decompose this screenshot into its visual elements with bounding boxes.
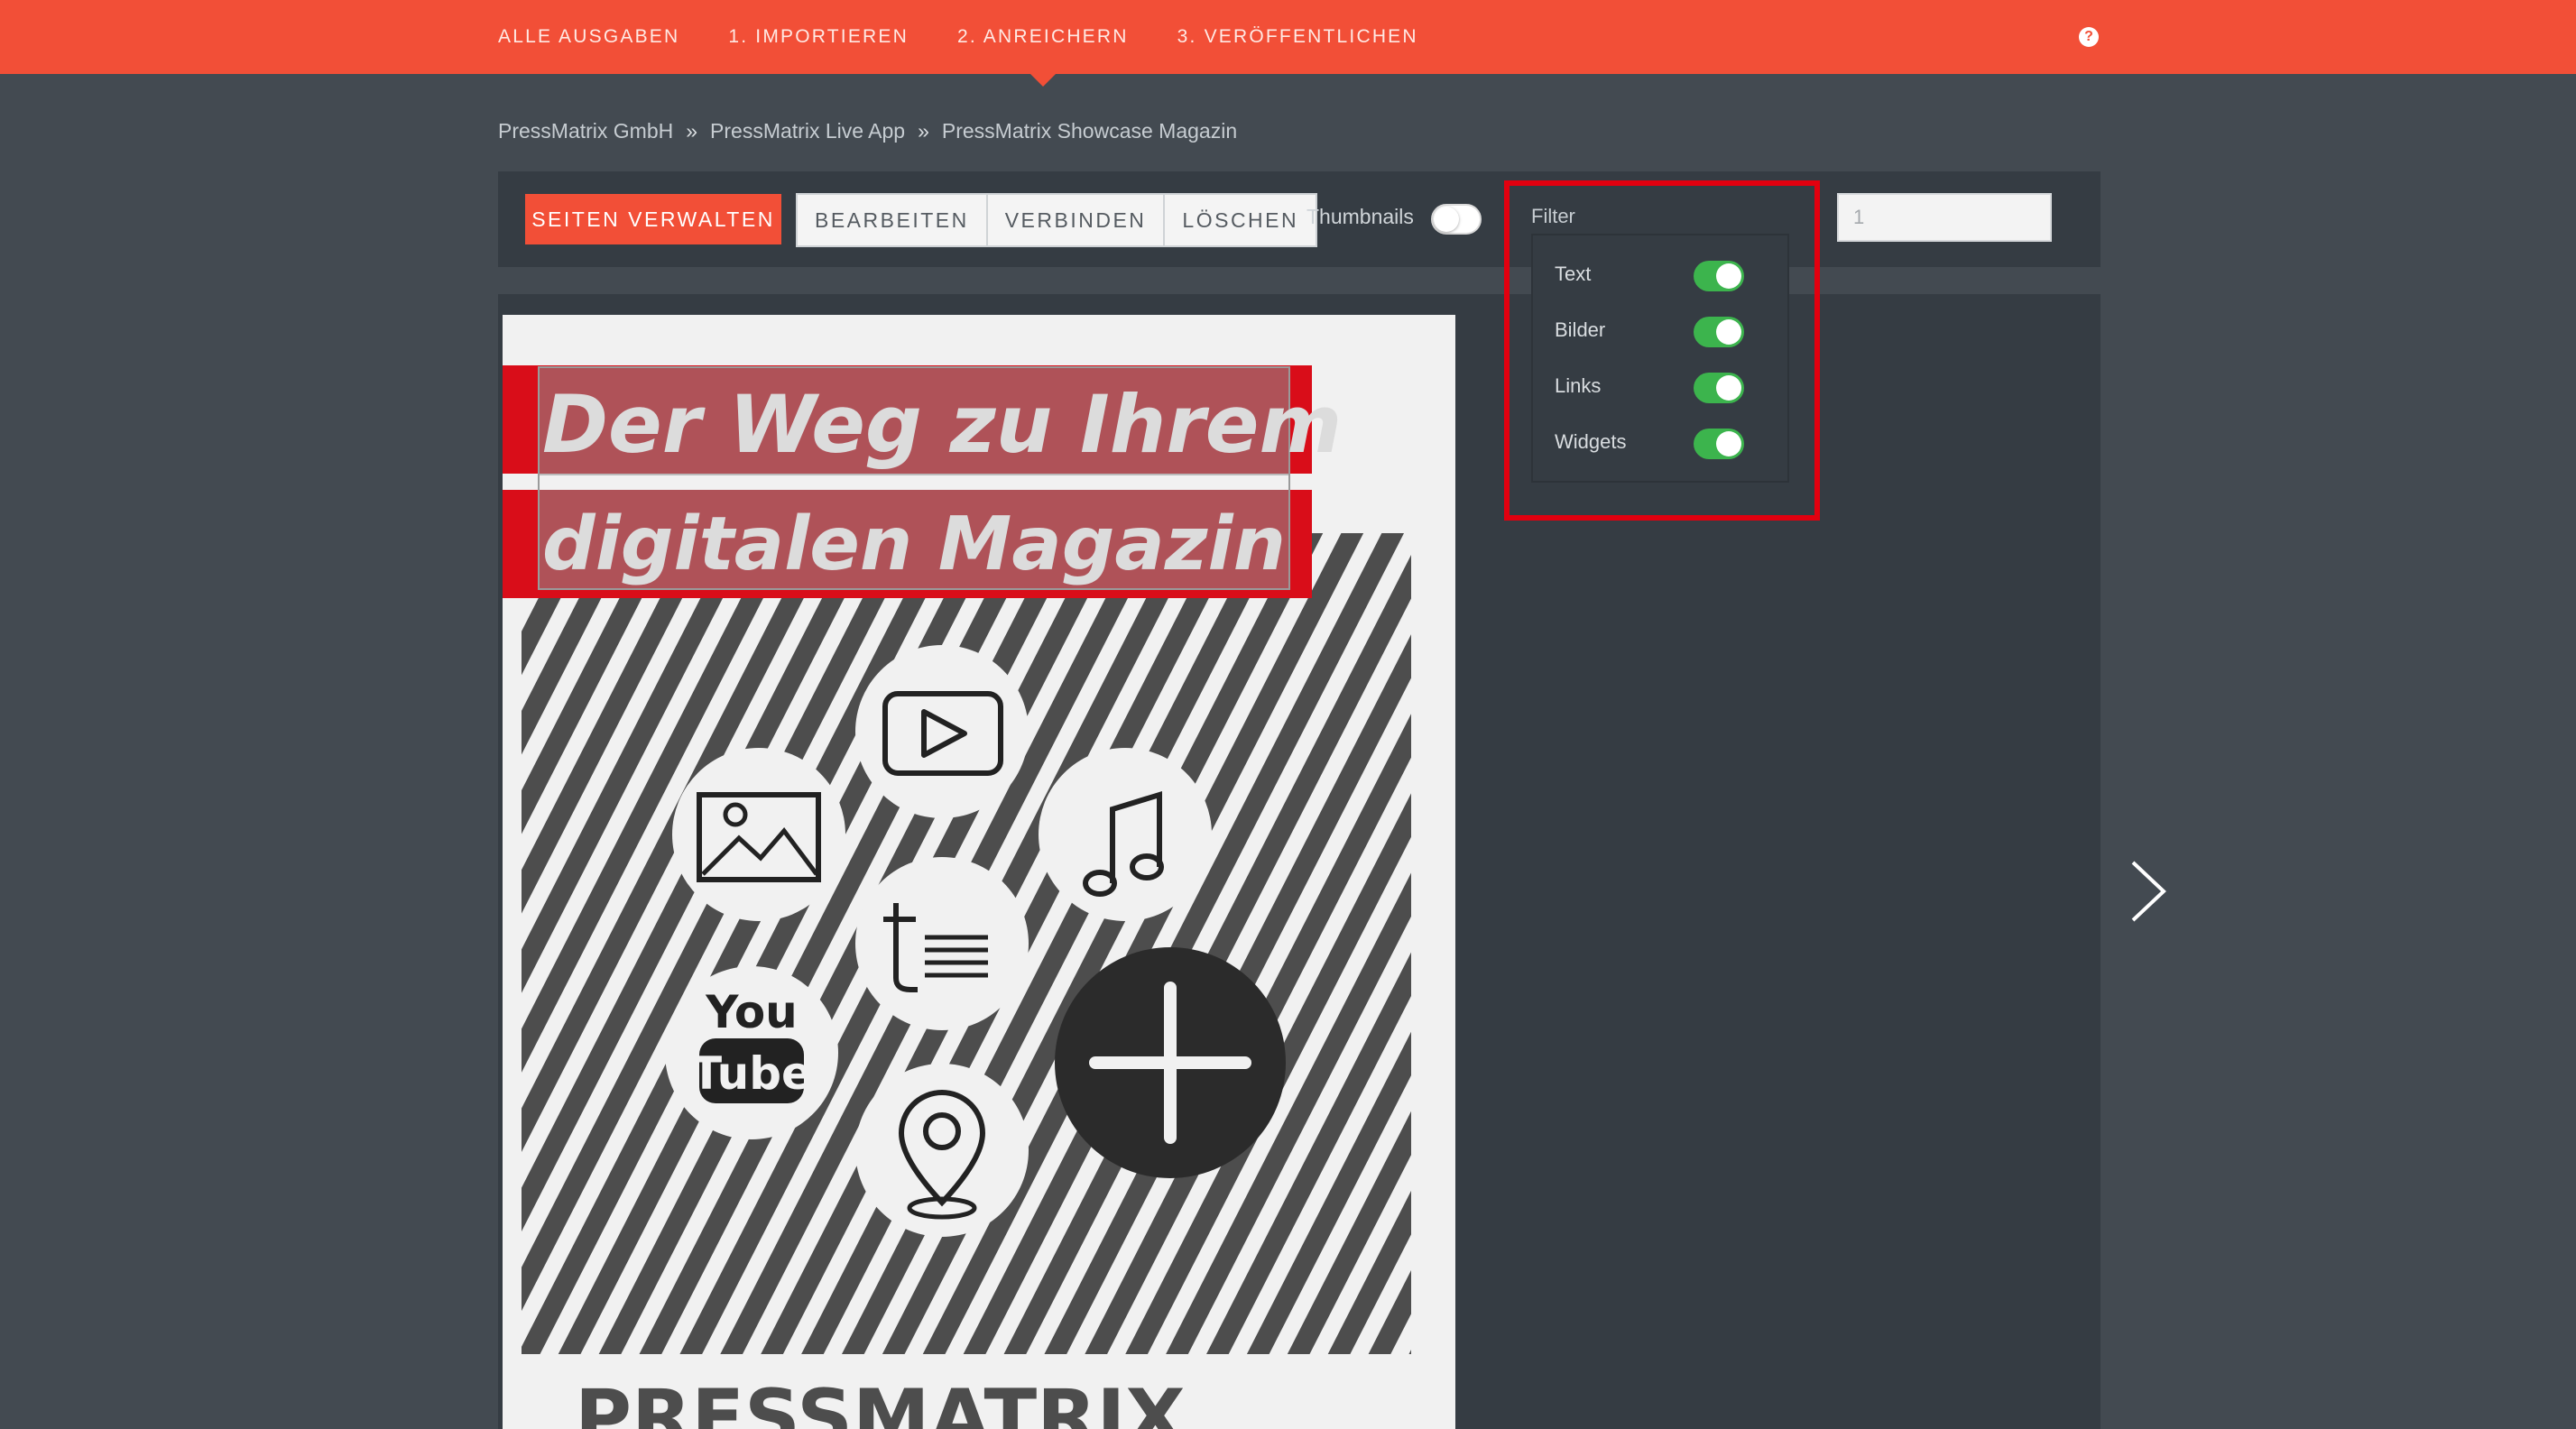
help-icon[interactable]: ? xyxy=(2079,27,2099,47)
breadcrumb: PressMatrix GmbH » PressMatrix Live App » Pr… xyxy=(498,119,1237,143)
toggle-knob xyxy=(1716,263,1741,289)
svg-text:You: You xyxy=(705,986,798,1038)
music-note-icon xyxy=(1039,748,1212,921)
filter-label-images: Bilder xyxy=(1555,318,1606,341)
filter-dropdown: Text Bilder Links Widgets xyxy=(1531,234,1789,483)
video-play-icon xyxy=(855,645,1029,818)
edit-button[interactable]: BEARBEITEN xyxy=(798,195,988,245)
toggle-knob xyxy=(1716,375,1741,401)
image-icon xyxy=(672,748,845,921)
youtube-icon: You Tube xyxy=(665,966,838,1139)
magazine-page-preview[interactable]: Der Weg zu Ihrem digitalen Magazin You T… xyxy=(503,315,1455,1429)
workflow-nav: ALLE AUSGABEN 1. IMPORTIEREN 2. ANREICHE… xyxy=(498,0,1467,87)
filter-toggle-widgets[interactable] xyxy=(1694,429,1744,459)
breadcrumb-magazine[interactable]: PressMatrix Showcase Magazin xyxy=(942,119,1237,143)
filter-toggle-text[interactable] xyxy=(1694,261,1744,291)
breadcrumb-separator: » xyxy=(918,119,929,143)
filter-label-links: Links xyxy=(1555,374,1602,397)
connect-button[interactable]: VERBINDEN xyxy=(988,195,1166,245)
nav-publish[interactable]: 3. VERÖFFENTLICHEN xyxy=(1177,0,1418,74)
thumbnails-label: Thumbnails xyxy=(1306,205,1414,228)
nav-all-issues[interactable]: ALLE AUSGABEN xyxy=(498,0,679,74)
filter-label[interactable]: Filter xyxy=(1531,205,1575,228)
editor-toolbar: SEITEN VERWALTEN BEARBEITEN VERBINDEN LÖ… xyxy=(498,171,2101,267)
toggle-knob xyxy=(1716,431,1741,456)
map-pin-icon xyxy=(855,1064,1029,1237)
filter-toggle-images[interactable] xyxy=(1694,317,1744,347)
filter-label-text: Text xyxy=(1555,263,1592,285)
footer-logo: PRESSMATRIX xyxy=(575,1373,1186,1429)
breadcrumb-company[interactable]: PressMatrix GmbH xyxy=(498,119,673,143)
delete-button[interactable]: LÖSCHEN xyxy=(1165,195,1316,245)
svg-text:PRESSMATRIX: PRESSMATRIX xyxy=(575,1373,1186,1429)
headline-line-2: digitalen Magazin xyxy=(542,502,1286,587)
top-navigation-bar: ALLE AUSGABEN 1. IMPORTIEREN 2. ANREICHE… xyxy=(0,0,2576,87)
filter-toggle-links[interactable] xyxy=(1694,373,1744,403)
text-icon xyxy=(855,857,1029,1030)
thumbnails-toggle[interactable] xyxy=(1431,204,1482,235)
breadcrumb-separator: » xyxy=(686,119,698,143)
manage-pages-button[interactable]: SEITEN VERWALTEN xyxy=(525,194,781,244)
headline-line-1: Der Weg zu Ihrem xyxy=(542,378,1342,471)
page-number-input[interactable] xyxy=(1837,193,2052,242)
add-plus-icon xyxy=(1055,947,1286,1178)
nav-import[interactable]: 1. IMPORTIEREN xyxy=(728,0,909,74)
toggle-knob xyxy=(1434,207,1459,232)
page-action-button-group: BEARBEITEN VERBINDEN LÖSCHEN xyxy=(796,193,1318,247)
toggle-knob xyxy=(1716,319,1741,345)
chevron-right-icon[interactable] xyxy=(2128,859,2169,924)
headline-banner: Der Weg zu Ihrem digitalen Magazin xyxy=(503,365,1342,598)
svg-text:Tube: Tube xyxy=(691,1047,812,1100)
filter-label-widgets: Widgets xyxy=(1555,430,1627,453)
nav-enrich[interactable]: 2. ANREICHERN xyxy=(957,0,1129,87)
breadcrumb-app[interactable]: PressMatrix Live App xyxy=(710,119,905,143)
